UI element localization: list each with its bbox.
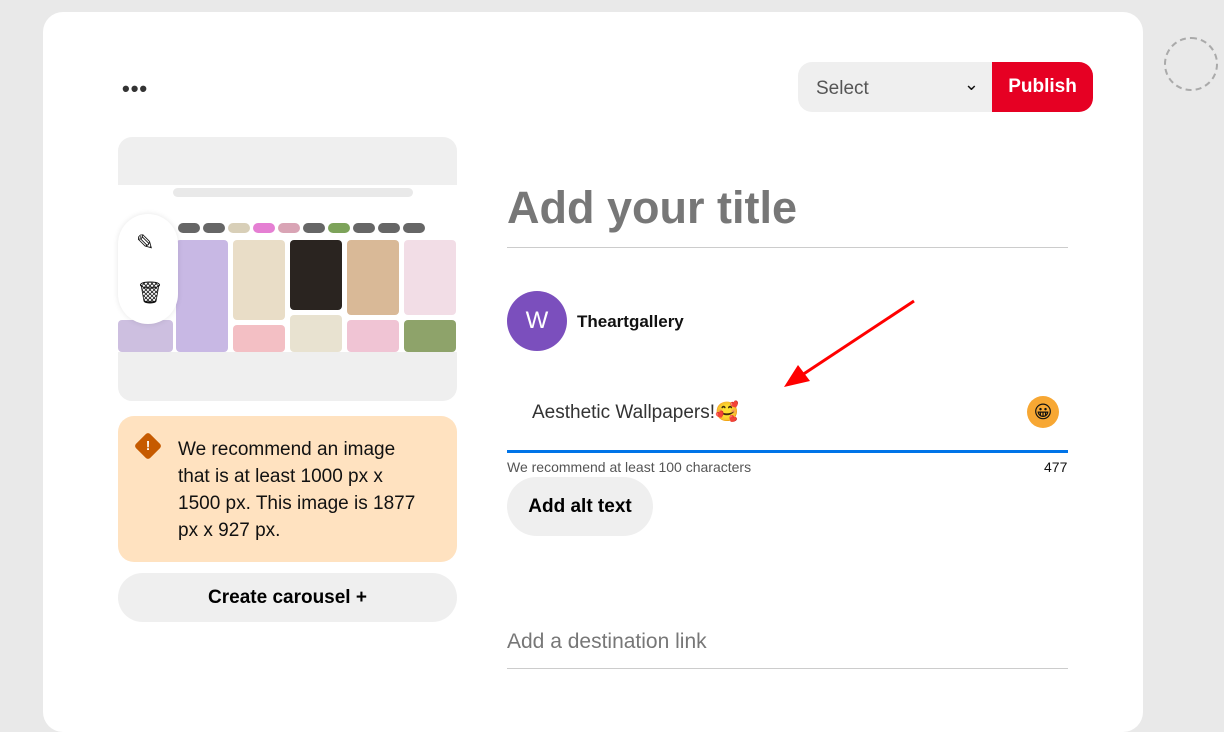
board-select[interactable]: Select ⌄ — [798, 62, 993, 112]
description-hint: We recommend at least 100 characters — [507, 459, 752, 475]
carousel-label: Create carousel — [208, 586, 351, 608]
trash-icon[interactable]: 🗑 — [136, 280, 164, 306]
title-input[interactable]: Add your title — [507, 182, 1068, 248]
username: Theartgallery — [577, 312, 684, 331]
loading-indicator — [1164, 37, 1218, 91]
avatar: W — [507, 291, 567, 351]
character-count: 477 — [1044, 459, 1068, 475]
red-arrow-annotation — [784, 299, 915, 387]
plus-icon: + — [355, 586, 367, 608]
pencil-icon[interactable]: ✎ — [136, 230, 154, 256]
more-options-button[interactable]: ••• — [122, 76, 148, 102]
warning-text: We recommend an image that is at least 1… — [178, 439, 416, 541]
image-tools: ✎ 🗑 — [118, 214, 178, 324]
chevron-down-icon: ⌄ — [963, 74, 979, 94]
image-size-warning: ! We recommend an image that is at least… — [118, 416, 457, 562]
create-carousel-button[interactable]: Create carousel + — [118, 573, 457, 622]
publish-button[interactable]: Publish — [992, 62, 1093, 112]
warning-icon: ! — [133, 431, 163, 461]
select-label: Select — [816, 78, 869, 99]
destination-link-input[interactable]: Add a destination link — [507, 630, 1068, 669]
emoji-picker-icon[interactable]: 😀 — [1027, 396, 1059, 428]
add-alt-text-button[interactable]: Add alt text — [507, 477, 653, 536]
